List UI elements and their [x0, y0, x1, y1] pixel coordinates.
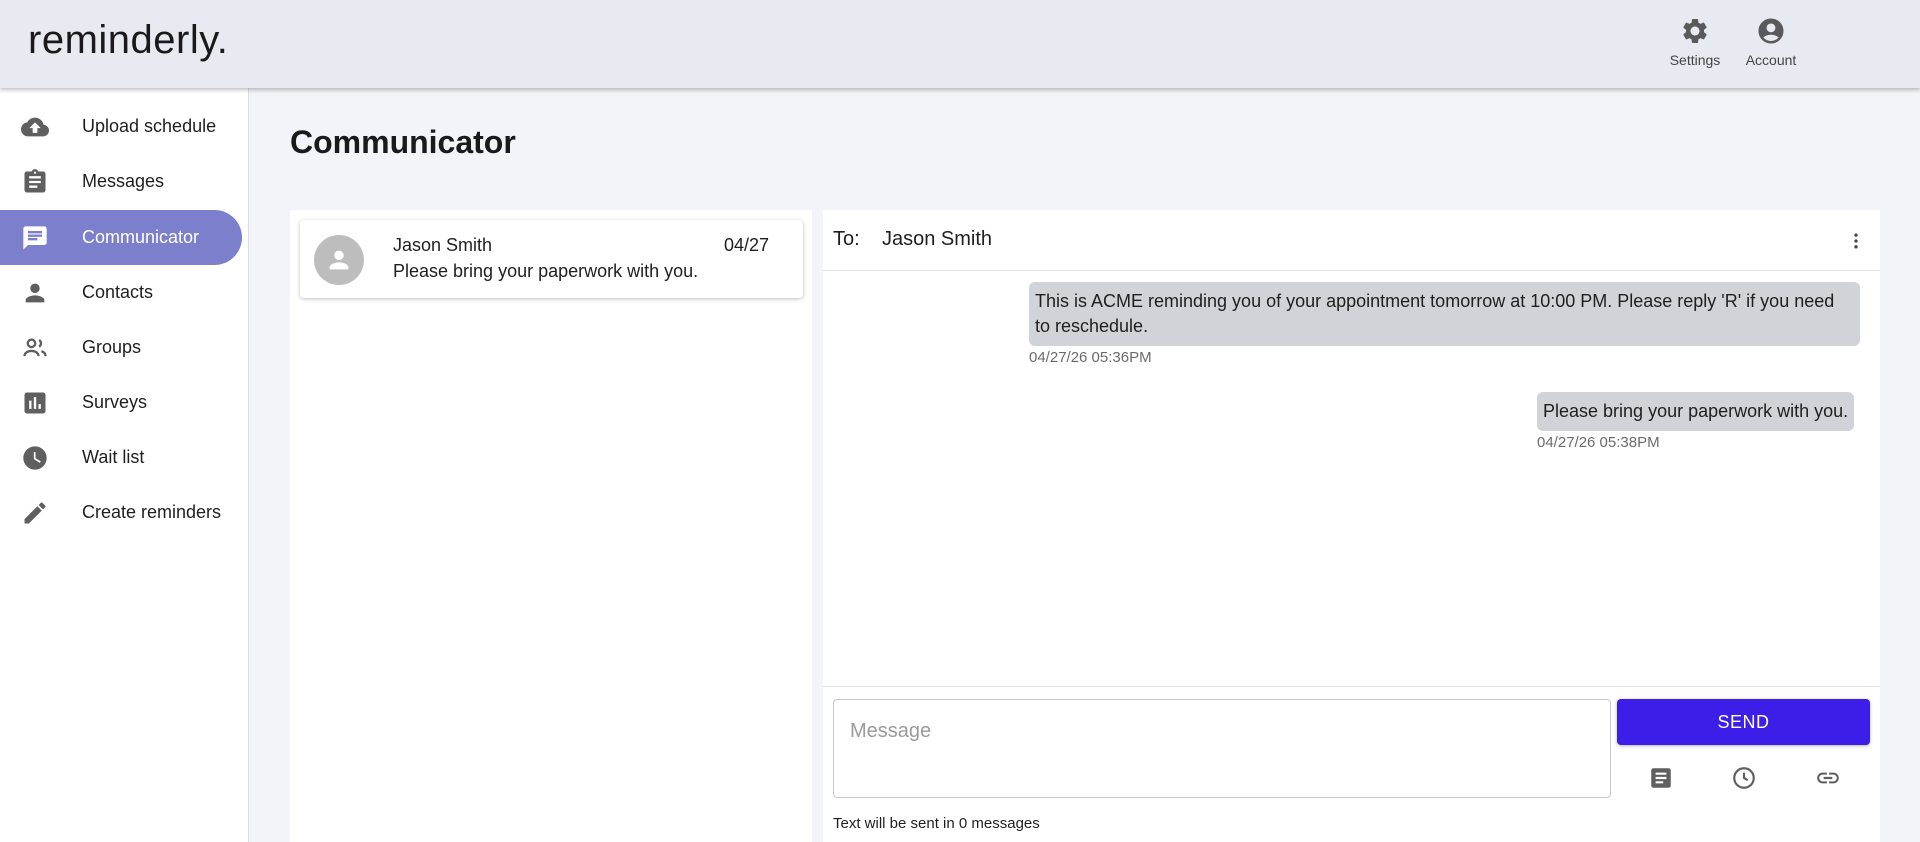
sidebar-item-label: Contacts [82, 282, 154, 302]
bar-chart-icon [20, 388, 50, 418]
sidebar-item-label: Groups [82, 337, 142, 357]
sidebar-item-create-reminders[interactable]: Create reminders [0, 485, 242, 540]
sidebar-item-messages[interactable]: Messages [0, 154, 242, 209]
to-label: To: [833, 228, 860, 250]
settings-label: Settings [1669, 52, 1721, 68]
sidebar-item-surveys[interactable]: Surveys [0, 375, 242, 430]
clock-icon [20, 443, 50, 473]
avatar [314, 235, 364, 285]
sidebar-item-label: Wait list [82, 447, 145, 467]
sidebar-item-label: Messages [82, 171, 165, 191]
page-title: Communicator [290, 124, 516, 160]
conversation-list: Jason Smith 04/27 Please bring your pape… [290, 210, 812, 842]
person-icon [20, 278, 50, 308]
sidebar: Upload schedule Messages Communicator Co… [0, 88, 249, 842]
template-icon[interactable] [1648, 765, 1674, 791]
top-app-bar: reminderly. Settings Account [0, 0, 1920, 88]
conversation-contact-name: Jason Smith [393, 235, 493, 255]
sidebar-item-label: Communicator [82, 227, 200, 247]
person-icon [329, 250, 349, 270]
recipient-name: Jason Smith [882, 228, 993, 250]
sidebar-item-label: Create reminders [82, 502, 222, 522]
app-logo[interactable]: reminderly. [28, 18, 228, 63]
message-composer: SEND Text will be sent in 0 messages [823, 686, 1880, 842]
schedule-clock-icon[interactable] [1731, 765, 1757, 791]
people-icon [20, 333, 50, 363]
sms-count-text: Text will be sent in 0 messages [833, 815, 1040, 832]
chat-panel: To: Jason Smith This is ACME reminding y… [823, 210, 1880, 842]
gear-icon [1683, 18, 1707, 43]
settings-button[interactable]: Settings [1660, 16, 1730, 70]
sidebar-item-groups[interactable]: Groups [0, 320, 242, 375]
message-timestamp: 04/27/26 05:36PM [1029, 349, 1152, 366]
chat-header: To: Jason Smith [823, 210, 1880, 271]
conversation-date: 04/27 [723, 235, 769, 255]
cloud-upload-icon [20, 112, 50, 142]
sidebar-item-label: Upload schedule [82, 116, 217, 136]
message-timestamp: 04/27/26 05:38PM [1537, 434, 1660, 451]
sidebar-item-communicator[interactable]: Communicator [0, 210, 242, 265]
sidebar-item-label: Surveys [82, 392, 148, 412]
account-circle-icon [1758, 18, 1784, 44]
chat-icon [20, 223, 50, 253]
message-input[interactable] [833, 699, 1611, 798]
conversation-item[interactable]: Jason Smith 04/27 Please bring your pape… [300, 220, 803, 298]
more-options-icon[interactable] [1846, 230, 1866, 252]
sidebar-item-wait-list[interactable]: Wait list [0, 430, 242, 485]
conversation-preview: Please bring your paperwork with you. [393, 261, 699, 281]
account-button[interactable]: Account [1736, 16, 1806, 70]
sidebar-item-upload-schedule[interactable]: Upload schedule [0, 99, 242, 154]
sidebar-item-contacts[interactable]: Contacts [0, 265, 242, 320]
send-button[interactable]: SEND [1617, 699, 1870, 745]
message-bubble: Please bring your paperwork with you. [1537, 392, 1855, 431]
message-bubble: This is ACME reminding you of your appoi… [1029, 282, 1860, 346]
clipboard-icon [20, 167, 50, 197]
pencil-icon [20, 498, 50, 528]
link-icon[interactable] [1815, 765, 1841, 791]
account-label: Account [1745, 52, 1797, 68]
